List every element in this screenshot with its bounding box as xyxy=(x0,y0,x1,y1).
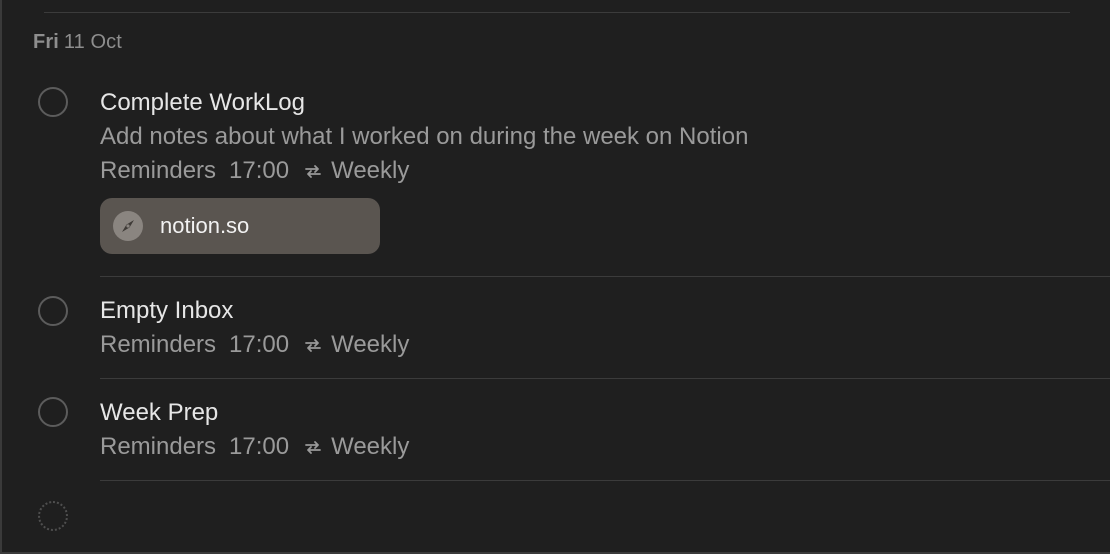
reminder-title[interactable]: Complete WorkLog xyxy=(100,89,305,117)
link-chip-notion[interactable]: notion.so xyxy=(100,198,380,254)
reminder-time: 17:00 xyxy=(229,331,290,358)
reminder-time: 17:00 xyxy=(229,157,290,184)
reminder-meta: Reminders 17:00 Weekly xyxy=(100,331,409,359)
repeat-icon xyxy=(305,441,322,454)
reminder-repeat: Weekly xyxy=(331,331,410,358)
reminder-notes[interactable]: Add notes about what I worked on during … xyxy=(100,123,748,151)
link-label: notion.so xyxy=(160,213,250,238)
row-divider xyxy=(100,480,1110,481)
reminder-meta: Reminders 17:00 Weekly xyxy=(100,157,409,185)
reminder-repeat: Weekly xyxy=(331,433,410,460)
reminders-window: Fri 11 Oct Complete WorkLog Add notes abo… xyxy=(0,0,1110,554)
compass-icon xyxy=(113,211,143,241)
reminder-list-name: Reminders xyxy=(100,331,217,358)
reminder-list-name: Reminders xyxy=(100,157,217,184)
reminder-meta: Reminders 17:00 Weekly xyxy=(100,433,409,461)
row-divider xyxy=(100,276,1110,277)
new-reminder-checkbox[interactable] xyxy=(38,501,68,531)
section-header-date: Fri 11 Oct xyxy=(33,31,122,54)
reminder-time: 17:00 xyxy=(229,433,290,460)
reminder-checkbox[interactable] xyxy=(38,296,68,326)
repeat-icon xyxy=(305,165,322,178)
reminder-checkbox[interactable] xyxy=(38,87,68,117)
reminder-title[interactable]: Empty Inbox xyxy=(100,297,233,325)
top-divider xyxy=(44,12,1070,13)
reminder-checkbox[interactable] xyxy=(38,397,68,427)
reminder-list-name: Reminders xyxy=(100,433,217,460)
reminder-repeat: Weekly xyxy=(331,157,410,184)
row-divider xyxy=(100,378,1110,379)
date-label: 11 Oct xyxy=(63,31,122,53)
day-of-week: Fri xyxy=(33,31,59,53)
reminder-title[interactable]: Week Prep xyxy=(100,399,218,427)
repeat-icon xyxy=(305,339,322,352)
